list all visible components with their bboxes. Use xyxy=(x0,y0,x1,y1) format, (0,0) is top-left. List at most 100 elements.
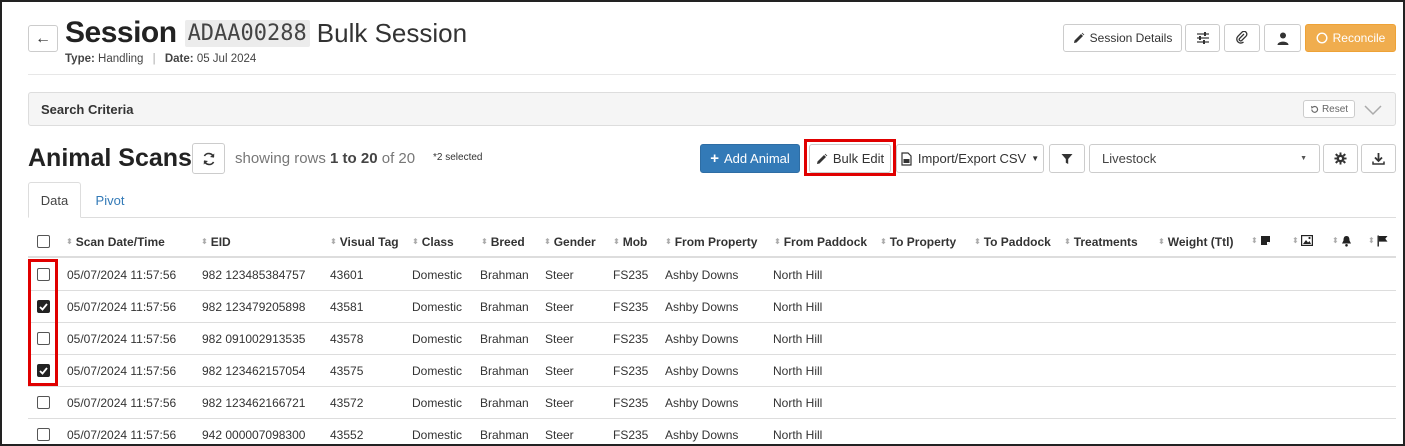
cell-scan-date: 05/07/2024 11:57:56 xyxy=(67,428,177,442)
cell-visual-tag: 43581 xyxy=(330,300,364,314)
column-header-weight[interactable]: ⬍ Weight (Ttl) xyxy=(1158,235,1233,249)
column-header-visual-tag[interactable]: ⬍ Visual Tag xyxy=(330,235,399,249)
back-button[interactable]: ← xyxy=(28,25,58,52)
cell-from-property: Ashby Downs xyxy=(665,300,739,314)
sort-icon: ⬍ xyxy=(330,237,337,246)
chevron-down-icon[interactable] xyxy=(1364,103,1382,117)
table-row[interactable]: 05/07/2024 11:57:56 942 000007098300 435… xyxy=(28,419,1396,444)
sliders-button[interactable] xyxy=(1185,24,1220,52)
cell-visual-tag: 43601 xyxy=(330,268,364,282)
cell-gender: Steer xyxy=(545,396,574,410)
pencil-icon xyxy=(816,153,828,164)
column-label: From Paddock xyxy=(783,235,868,249)
cell-from-property: Ashby Downs xyxy=(665,364,739,378)
arrow-left-icon: ← xyxy=(35,29,51,47)
cell-visual-tag: 43552 xyxy=(330,428,364,442)
cell-gender: Steer xyxy=(545,268,574,282)
livestock-select[interactable]: Livestock ▼ xyxy=(1089,144,1320,173)
column-header-mob[interactable]: ⬍ Mob xyxy=(613,235,647,249)
column-label: EID xyxy=(210,235,231,249)
search-criteria-label: Search Criteria xyxy=(41,102,134,117)
reset-button[interactable]: Reset xyxy=(1303,100,1355,118)
cell-visual-tag: 43578 xyxy=(330,332,364,346)
type-label: Type: xyxy=(65,53,95,65)
column-header-from-property[interactable]: ⬍ From Property xyxy=(665,235,757,249)
circle-icon xyxy=(1316,32,1328,44)
column-header-to-property[interactable]: ⬍ To Property xyxy=(880,235,956,249)
cell-mob: FS235 xyxy=(613,268,649,282)
column-header-from-paddock[interactable]: ⬍ From Paddock xyxy=(774,235,867,249)
attachment-button[interactable] xyxy=(1224,24,1260,52)
sort-icon: ⬍ xyxy=(974,237,981,246)
livestock-select-value: Livestock xyxy=(1102,151,1157,166)
caret-down-icon: ▼ xyxy=(1031,154,1040,163)
showing-total: of 20 xyxy=(377,150,416,167)
sort-icon: ⬍ xyxy=(481,237,488,246)
cell-class: Domestic xyxy=(412,396,463,410)
sort-icon: ⬍ xyxy=(880,237,887,246)
cell-breed: Brahman xyxy=(480,332,529,346)
bulk-edit-button[interactable]: Bulk Edit xyxy=(809,144,891,173)
column-header-eid[interactable]: ⬍ EID xyxy=(201,235,231,249)
reconcile-button[interactable]: Reconcile xyxy=(1305,24,1396,52)
cell-visual-tag: 43575 xyxy=(330,364,364,378)
import-export-csv-dropdown[interactable]: Import/Export CSV ▼ xyxy=(896,144,1044,173)
column-header-image[interactable]: ⬍ xyxy=(1292,235,1313,246)
table-row[interactable]: 05/07/2024 11:57:56 982 091002913535 435… xyxy=(28,323,1396,355)
sort-icon: ⬍ xyxy=(665,237,672,246)
sort-icon: ⬍ xyxy=(1158,237,1165,246)
column-header-gender[interactable]: ⬍ Gender xyxy=(544,235,596,249)
selected-count-note: *2 selected xyxy=(433,152,483,163)
download-button[interactable] xyxy=(1361,144,1396,173)
cell-scan-date: 05/07/2024 11:57:56 xyxy=(67,300,177,314)
filter-button[interactable] xyxy=(1049,144,1085,173)
search-criteria-panel[interactable]: Search Criteria Reset xyxy=(28,92,1396,126)
table-row[interactable]: 05/07/2024 11:57:56 982 123485384757 436… xyxy=(28,259,1396,291)
table-row[interactable]: 05/07/2024 11:57:56 982 123462157054 435… xyxy=(28,355,1396,387)
tab-pivot[interactable]: Pivot xyxy=(88,182,132,218)
column-header-to-paddock[interactable]: ⬍ To Paddock xyxy=(974,235,1051,249)
session-meta: Type: Handling | Date: 05 Jul 2024 xyxy=(65,53,256,65)
cell-from-paddock: North Hill xyxy=(773,428,823,442)
column-header-class[interactable]: ⬍ Class xyxy=(412,235,454,249)
cell-from-paddock: North Hill xyxy=(773,268,823,282)
row-checkbox[interactable] xyxy=(37,428,50,441)
cell-mob: FS235 xyxy=(613,300,649,314)
settings-button[interactable] xyxy=(1323,144,1358,173)
column-header-breed[interactable]: ⬍ Breed xyxy=(481,235,525,249)
tab-data[interactable]: Data xyxy=(28,182,81,218)
refresh-button[interactable] xyxy=(192,143,225,174)
session-details-button[interactable]: Session Details xyxy=(1063,24,1182,52)
table-row[interactable]: 05/07/2024 11:57:56 982 123479205898 435… xyxy=(28,291,1396,323)
cell-gender: Steer xyxy=(545,428,574,442)
table-row[interactable]: 05/07/2024 11:57:56 982 123462166721 435… xyxy=(28,387,1396,419)
sort-icon: ⬍ xyxy=(544,237,551,246)
highlight-row-checkboxes xyxy=(28,259,58,386)
column-header-treatments[interactable]: ⬍ Treatments xyxy=(1064,235,1138,249)
meta-separator: | xyxy=(152,53,156,65)
column-label: Treatments xyxy=(1073,235,1138,249)
view-tabs: Data Pivot xyxy=(28,182,1396,218)
column-header-notes[interactable]: ⬍ xyxy=(1251,235,1271,246)
column-header-scan-date[interactable]: ⬍ Scan Date/Time xyxy=(66,235,165,249)
cell-visual-tag: 43572 xyxy=(330,396,364,410)
cell-from-property: Ashby Downs xyxy=(665,268,739,282)
user-button[interactable] xyxy=(1264,24,1301,52)
cell-class: Domestic xyxy=(412,300,463,314)
column-header-flag[interactable]: ⬍ xyxy=(1368,235,1388,247)
flag-icon xyxy=(1377,235,1388,247)
import-export-csv-label: Import/Export CSV xyxy=(917,151,1027,166)
sliders-icon xyxy=(1196,32,1209,44)
row-checkbox[interactable] xyxy=(37,396,50,409)
select-all-checkbox[interactable] xyxy=(37,235,50,248)
download-icon xyxy=(1372,153,1385,165)
column-label: Mob xyxy=(622,235,648,249)
reset-label: Reset xyxy=(1321,103,1349,115)
cell-scan-date: 05/07/2024 11:57:56 xyxy=(67,268,177,282)
cell-mob: FS235 xyxy=(613,396,649,410)
column-label: Breed xyxy=(490,235,525,249)
add-animal-button[interactable]: + Add Animal xyxy=(700,144,800,173)
column-header-alert[interactable]: ⬍ xyxy=(1332,235,1352,247)
session-code: ADAA00288 xyxy=(184,19,310,47)
column-label: Gender xyxy=(553,235,596,249)
